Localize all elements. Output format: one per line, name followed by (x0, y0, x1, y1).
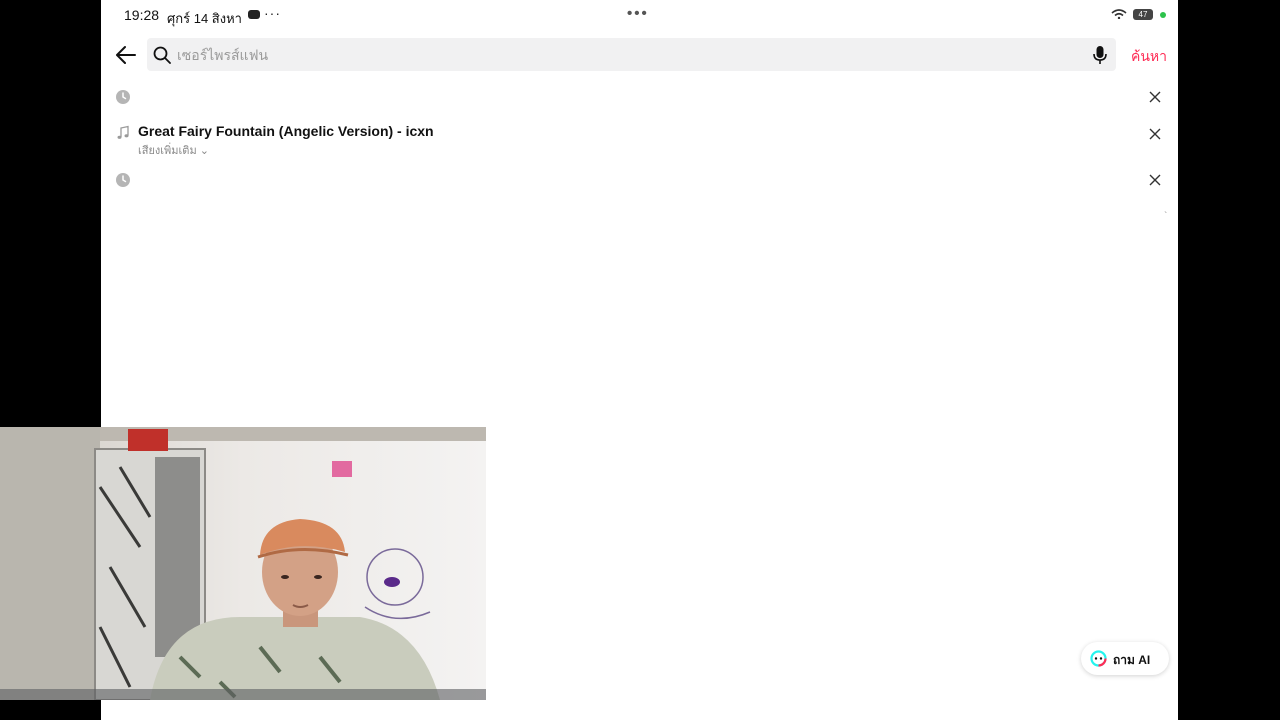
music-note-icon (117, 125, 129, 139)
camera-in-use-indicator (1160, 12, 1166, 18)
back-arrow-icon[interactable] (115, 44, 137, 66)
history-item-text: Great Fairy Fountain (Angelic Version) -… (138, 123, 434, 139)
more-sounds-link[interactable]: เสียงเพิ่มเติม ⌄ (138, 141, 209, 159)
status-more-indicator: ··· (264, 5, 281, 21)
clock-icon (116, 173, 130, 187)
search-history-item[interactable] (101, 171, 1178, 189)
close-icon[interactable] (1148, 90, 1162, 104)
notification-app-icon (248, 10, 260, 19)
stray-mark: ` (1164, 211, 1168, 222)
webcam-overlay (0, 427, 486, 700)
microphone-icon[interactable] (1091, 45, 1109, 65)
multitasking-dots[interactable]: ••• (627, 5, 649, 22)
status-bar: 19:28 ศุกร์ 14 สิงหา ··· ••• 47 (101, 0, 1178, 30)
search-input[interactable] (177, 42, 1057, 67)
wifi-icon (1111, 9, 1127, 19)
search-submit-button[interactable]: ค้นหา (1131, 46, 1167, 68)
close-icon[interactable] (1148, 127, 1162, 141)
ask-ai-label: ถาม AI (1113, 653, 1151, 667)
status-date: ศุกร์ 14 สิงหา (167, 11, 242, 26)
webcam-video-frame (0, 427, 486, 700)
ask-ai-button[interactable]: ถาม AI (1081, 642, 1169, 675)
clock-icon (116, 90, 130, 104)
search-history-sound-item[interactable]: Great Fairy Fountain (Angelic Version) -… (101, 122, 1178, 159)
battery-icon: 47 (1133, 9, 1153, 20)
ai-assistant-icon (1090, 650, 1107, 667)
search-history-item[interactable] (101, 88, 1178, 106)
status-time: 19:28 (124, 7, 160, 23)
close-icon[interactable] (1148, 173, 1162, 187)
search-bar (147, 38, 1116, 71)
search-icon (153, 46, 171, 64)
